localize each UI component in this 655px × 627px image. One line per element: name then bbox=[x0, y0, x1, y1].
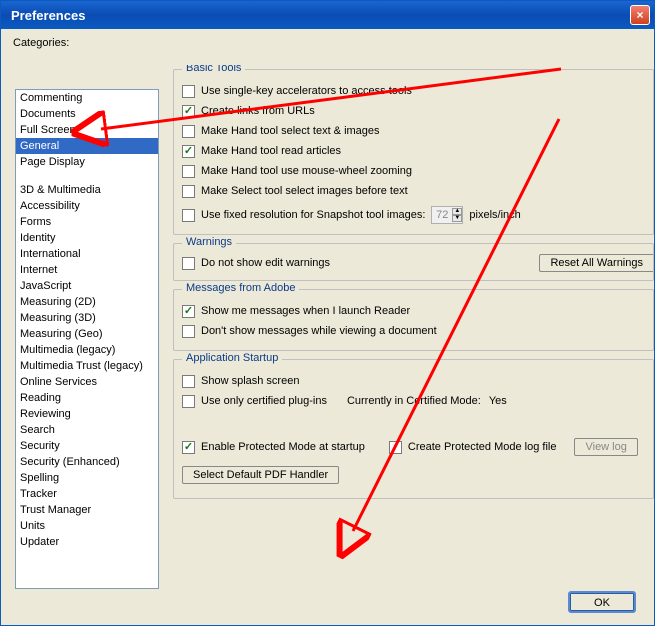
category-item[interactable]: Full Screen bbox=[16, 122, 158, 138]
basic-checkbox-0[interactable] bbox=[182, 85, 195, 98]
category-item[interactable]: Units bbox=[16, 518, 158, 534]
category-item[interactable]: Forms bbox=[16, 214, 158, 230]
spin-up-icon[interactable]: ▲ bbox=[452, 208, 462, 215]
ok-button[interactable]: OK bbox=[568, 591, 636, 613]
checkbox-splash[interactable] bbox=[182, 375, 195, 388]
category-item[interactable]: Measuring (3D) bbox=[16, 310, 158, 326]
messages-checkbox-0[interactable] bbox=[182, 305, 195, 318]
basic-label-4: Make Hand tool use mouse-wheel zooming bbox=[201, 165, 412, 177]
checkbox-protected-mode[interactable] bbox=[182, 441, 195, 454]
group-legend: Messages from Adobe bbox=[182, 282, 299, 294]
category-item[interactable]: Reading bbox=[16, 390, 158, 406]
dialog-body: Categories: CommentingDocumentsFull Scre… bbox=[1, 29, 654, 625]
category-item[interactable]: Security bbox=[16, 438, 158, 454]
categories-label: Categories: bbox=[13, 37, 654, 49]
category-item[interactable]: Spelling bbox=[16, 470, 158, 486]
category-item[interactable]: Multimedia Trust (legacy) bbox=[16, 358, 158, 374]
checkbox-protected-log[interactable] bbox=[389, 441, 402, 454]
category-item[interactable]: Tracker bbox=[16, 486, 158, 502]
label-cert-mode: Currently in Certified Mode: bbox=[347, 395, 481, 407]
checkbox-certified-plugins[interactable] bbox=[182, 395, 195, 408]
basic-checkbox-1[interactable] bbox=[182, 105, 195, 118]
category-item[interactable]: International bbox=[16, 246, 158, 262]
checkbox-fixed-resolution[interactable] bbox=[182, 209, 195, 222]
checkbox-edit-warnings[interactable] bbox=[182, 257, 195, 270]
category-item[interactable]: Page Display bbox=[16, 154, 158, 170]
group-messages: Messages from Adobe Show me messages whe… bbox=[173, 289, 654, 351]
category-item[interactable]: Identity bbox=[16, 230, 158, 246]
messages-label-1: Don't show messages while viewing a docu… bbox=[201, 325, 437, 337]
settings-panel: Basic Tools Use single-key accelerators … bbox=[173, 65, 654, 575]
window-title: Preferences bbox=[11, 8, 630, 23]
category-item[interactable]: General bbox=[16, 138, 158, 154]
basic-label-5: Make Select tool select images before te… bbox=[201, 185, 408, 197]
category-item[interactable]: Multimedia (legacy) bbox=[16, 342, 158, 358]
basic-checkbox-4[interactable] bbox=[182, 165, 195, 178]
fixed-resolution-input[interactable] bbox=[432, 208, 450, 222]
basic-checkbox-5[interactable] bbox=[182, 185, 195, 198]
select-default-pdf-handler-button[interactable]: Select Default PDF Handler bbox=[182, 466, 339, 484]
category-item[interactable]: 3D & Multimedia bbox=[16, 182, 158, 198]
category-item[interactable]: Documents bbox=[16, 106, 158, 122]
label-fixed-resolution: Use fixed resolution for Snapshot tool i… bbox=[201, 209, 425, 221]
messages-checkbox-1[interactable] bbox=[182, 325, 195, 338]
close-button[interactable]: × bbox=[630, 5, 650, 25]
group-legend: Application Startup bbox=[182, 352, 282, 364]
label-certified-plugins: Use only certified plug-ins bbox=[201, 395, 327, 407]
spin-down-icon[interactable]: ▼ bbox=[452, 215, 462, 222]
value-cert-mode: Yes bbox=[489, 395, 507, 407]
category-item[interactable]: Accessibility bbox=[16, 198, 158, 214]
fixed-resolution-spinner[interactable]: ▲ ▼ bbox=[431, 206, 463, 224]
group-startup: Application Startup Show splash screen U… bbox=[173, 359, 654, 499]
group-legend: Basic Tools bbox=[182, 65, 245, 74]
label-edit-warnings: Do not show edit warnings bbox=[201, 257, 330, 269]
category-item[interactable]: Internet bbox=[16, 262, 158, 278]
title-bar: Preferences × bbox=[1, 1, 654, 29]
category-item[interactable]: Reviewing bbox=[16, 406, 158, 422]
group-legend: Warnings bbox=[182, 236, 236, 248]
category-item[interactable]: Security (Enhanced) bbox=[16, 454, 158, 470]
reset-warnings-button[interactable]: Reset All Warnings bbox=[539, 254, 653, 272]
category-item[interactable]: Online Services bbox=[16, 374, 158, 390]
label-protected-log: Create Protected Mode log file bbox=[408, 441, 557, 453]
category-item[interactable]: Updater bbox=[16, 534, 158, 550]
category-item[interactable]: JavaScript bbox=[16, 278, 158, 294]
group-basic-tools: Basic Tools Use single-key accelerators … bbox=[173, 69, 654, 235]
basic-label-2: Make Hand tool select text & images bbox=[201, 125, 380, 137]
category-item[interactable]: Commenting bbox=[16, 90, 158, 106]
category-item[interactable]: Search bbox=[16, 422, 158, 438]
basic-checkbox-3[interactable] bbox=[182, 145, 195, 158]
category-item[interactable]: Measuring (Geo) bbox=[16, 326, 158, 342]
basic-label-0: Use single-key accelerators to access to… bbox=[201, 85, 412, 97]
category-item[interactable]: Measuring (2D) bbox=[16, 294, 158, 310]
messages-label-0: Show me messages when I launch Reader bbox=[201, 305, 410, 317]
label-pixels-unit: pixels/inch bbox=[469, 209, 520, 221]
preferences-dialog: Preferences × Categories: CommentingDocu… bbox=[0, 0, 655, 626]
label-splash: Show splash screen bbox=[201, 375, 299, 387]
basic-checkbox-2[interactable] bbox=[182, 125, 195, 138]
label-protected-mode: Enable Protected Mode at startup bbox=[201, 441, 365, 453]
basic-label-1: Create links from URLs bbox=[201, 105, 315, 117]
group-warnings: Warnings Do not show edit warnings Reset… bbox=[173, 243, 654, 281]
view-log-button[interactable]: View log bbox=[574, 438, 637, 456]
basic-label-3: Make Hand tool read articles bbox=[201, 145, 341, 157]
categories-list[interactable]: CommentingDocumentsFull ScreenGeneralPag… bbox=[15, 89, 159, 589]
category-item[interactable]: Trust Manager bbox=[16, 502, 158, 518]
